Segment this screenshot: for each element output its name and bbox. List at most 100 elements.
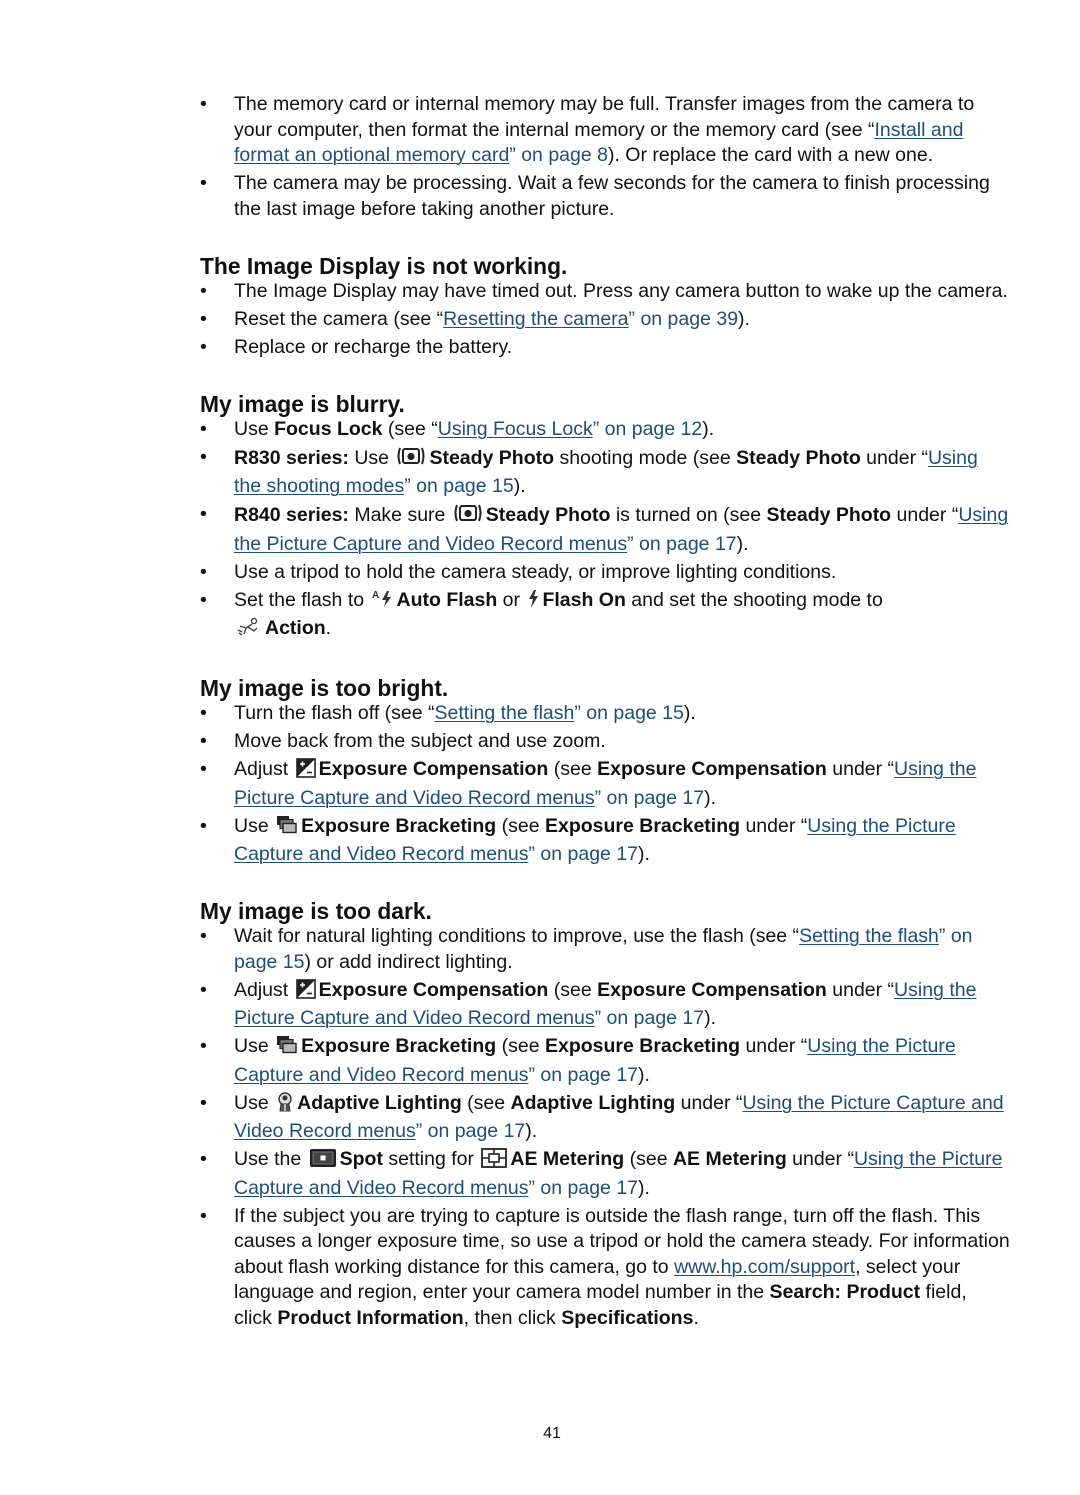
bold-term: Exposure Compensation bbox=[597, 758, 827, 780]
item-text: under “ bbox=[786, 1148, 854, 1170]
item-text: under “ bbox=[675, 1091, 743, 1114]
link-resetting-camera[interactable]: Resetting the camera bbox=[443, 308, 628, 330]
list-item: • Use Exposure Bracketing (see Exposure … bbox=[200, 814, 1010, 868]
item-text: under “ bbox=[826, 978, 895, 1001]
item-text: or bbox=[497, 588, 526, 611]
item-text: , then click bbox=[463, 1306, 562, 1329]
page-reference: ” on page 17 bbox=[528, 1176, 639, 1199]
flash-on-icon bbox=[527, 589, 539, 617]
blurry-list: • Use Focus Lock (see “Using Focus Lock”… bbox=[200, 417, 1010, 645]
link-using-focus-lock[interactable]: Using Focus Lock bbox=[438, 418, 593, 440]
item-text: (see bbox=[496, 1035, 545, 1057]
bold-term: Product Information bbox=[277, 1306, 464, 1329]
page-reference: ” on page 17 bbox=[528, 843, 639, 865]
page-reference: ” on page 15 bbox=[574, 702, 684, 724]
bullet: • bbox=[200, 1148, 207, 1170]
bullet: • bbox=[200, 758, 207, 780]
item-text: (see bbox=[624, 1148, 673, 1170]
bold-term: Steady Photo bbox=[766, 504, 892, 526]
link-setting-the-flash[interactable]: Setting the flash bbox=[799, 925, 939, 947]
bold-term: Search: Product bbox=[769, 1281, 921, 1303]
item-text: ) or add indirect lighting. bbox=[304, 950, 513, 973]
svg-text:A: A bbox=[372, 590, 379, 601]
page-number: 41 bbox=[0, 1425, 1080, 1443]
item-text: (see bbox=[548, 978, 598, 1001]
list-item: • The memory card or internal memory may… bbox=[200, 92, 1010, 169]
bold-term: Exposure Bracketing bbox=[301, 1035, 497, 1057]
item-text: Make sure bbox=[348, 504, 451, 526]
page-number-text: 41 bbox=[543, 1425, 561, 1442]
bright-list: • Turn the flash off (see “Setting the f… bbox=[200, 701, 1010, 868]
item-text: Replace or recharge the battery. bbox=[234, 335, 513, 358]
page-reference: ” on page 17 bbox=[594, 1007, 705, 1029]
exposure-compensation-icon bbox=[295, 758, 316, 786]
troubleshooting-content: • The memory card or internal memory may… bbox=[200, 92, 1010, 1334]
list-item: • Reset the camera (see “Resetting the c… bbox=[200, 307, 1010, 333]
link-hp-support[interactable]: www.hp.com/support bbox=[674, 1256, 855, 1278]
intro-list: • The memory card or internal memory may… bbox=[200, 92, 1010, 222]
steady-photo-icon bbox=[453, 502, 483, 532]
list-item: • R840 series: Make sure Steady Photo is… bbox=[200, 502, 1010, 557]
bullet: • bbox=[200, 93, 207, 115]
item-text: ). bbox=[738, 307, 750, 330]
page-reference: ” on page 12 bbox=[592, 417, 703, 440]
item-text: (see bbox=[461, 1091, 511, 1114]
item-text: under “ bbox=[891, 504, 959, 526]
item-text: ). bbox=[638, 1063, 650, 1086]
page-reference: ” on page 17 bbox=[528, 1063, 639, 1086]
item-text: ). bbox=[702, 417, 715, 440]
page-reference: ” on page 8 bbox=[509, 144, 608, 166]
page-reference: ” on page 39 bbox=[628, 307, 739, 330]
page-reference: ” on page 17 bbox=[627, 532, 737, 555]
bold-term: Adaptive Lighting bbox=[510, 1091, 676, 1114]
bold-term: Auto Flash bbox=[396, 588, 498, 611]
item-text: ). bbox=[638, 843, 650, 865]
item-text: Use bbox=[348, 446, 395, 469]
page-reference: ” on page 15 bbox=[404, 475, 514, 497]
item-text: . bbox=[693, 1306, 699, 1329]
item-text: (see bbox=[548, 758, 598, 780]
exposure-compensation-icon bbox=[295, 978, 316, 1007]
item-text: Use a tripod to hold the camera steady, … bbox=[234, 560, 837, 583]
item-text: The Image Display may have timed out. Pr… bbox=[234, 279, 1008, 302]
list-item: • Use Focus Lock (see “Using Focus Lock”… bbox=[200, 417, 1010, 443]
bullet: • bbox=[200, 307, 207, 330]
item-text: setting for bbox=[382, 1148, 480, 1170]
exposure-bracketing-icon bbox=[276, 1035, 298, 1063]
item-text: Use bbox=[234, 417, 275, 440]
bullet: • bbox=[200, 925, 207, 947]
list-item: • Use the Spot setting for AE Metering (… bbox=[200, 1147, 1010, 1201]
bold-term: Exposure Bracketing bbox=[301, 814, 497, 837]
list-item: • R830 series: Use Steady Photo shooting… bbox=[200, 445, 1010, 500]
section-heading-too-dark: My image is too dark. bbox=[200, 898, 432, 924]
item-text: Reset the camera (see “ bbox=[234, 307, 444, 330]
bold-term: Exposure Bracketing bbox=[544, 814, 741, 837]
list-item: • Use Adaptive Lighting (see Adaptive Li… bbox=[200, 1091, 1010, 1145]
item-text: ). bbox=[513, 475, 526, 497]
list-item: • Move back from the subject and use zoo… bbox=[200, 729, 1010, 755]
item-text: Wait for natural lighting conditions to … bbox=[234, 925, 800, 947]
bullet: • bbox=[200, 417, 207, 440]
bullet: • bbox=[200, 445, 207, 468]
item-text: ). bbox=[525, 1120, 538, 1142]
bold-term: Exposure Compensation bbox=[318, 978, 549, 1001]
display-list: • The Image Display may have timed out. … bbox=[200, 279, 1010, 361]
item-text: under “ bbox=[740, 814, 808, 837]
auto-flash-icon: A bbox=[372, 589, 394, 617]
page-reference: ” on page 17 bbox=[415, 1120, 526, 1142]
bullet: • bbox=[200, 172, 207, 194]
item-text: Move back from the subject and use zoom. bbox=[234, 730, 606, 752]
bullet: • bbox=[200, 978, 207, 1001]
bold-term: Steady Photo bbox=[429, 446, 555, 469]
bullet: • bbox=[200, 702, 207, 724]
bullet: • bbox=[200, 560, 207, 583]
list-item: • Use a tripod to hold the camera steady… bbox=[200, 560, 1010, 586]
item-text: Use the bbox=[234, 1148, 307, 1170]
bold-term: Flash On bbox=[542, 588, 626, 611]
page-reference: ” on page 17 bbox=[594, 786, 705, 809]
bold-term: R840 series: bbox=[234, 504, 349, 526]
dark-list: • Wait for natural lighting conditions t… bbox=[200, 924, 1010, 1331]
item-text: Turn the flash off (see “ bbox=[234, 702, 435, 724]
bullet: • bbox=[200, 588, 207, 611]
link-setting-the-flash[interactable]: Setting the flash bbox=[435, 702, 575, 724]
